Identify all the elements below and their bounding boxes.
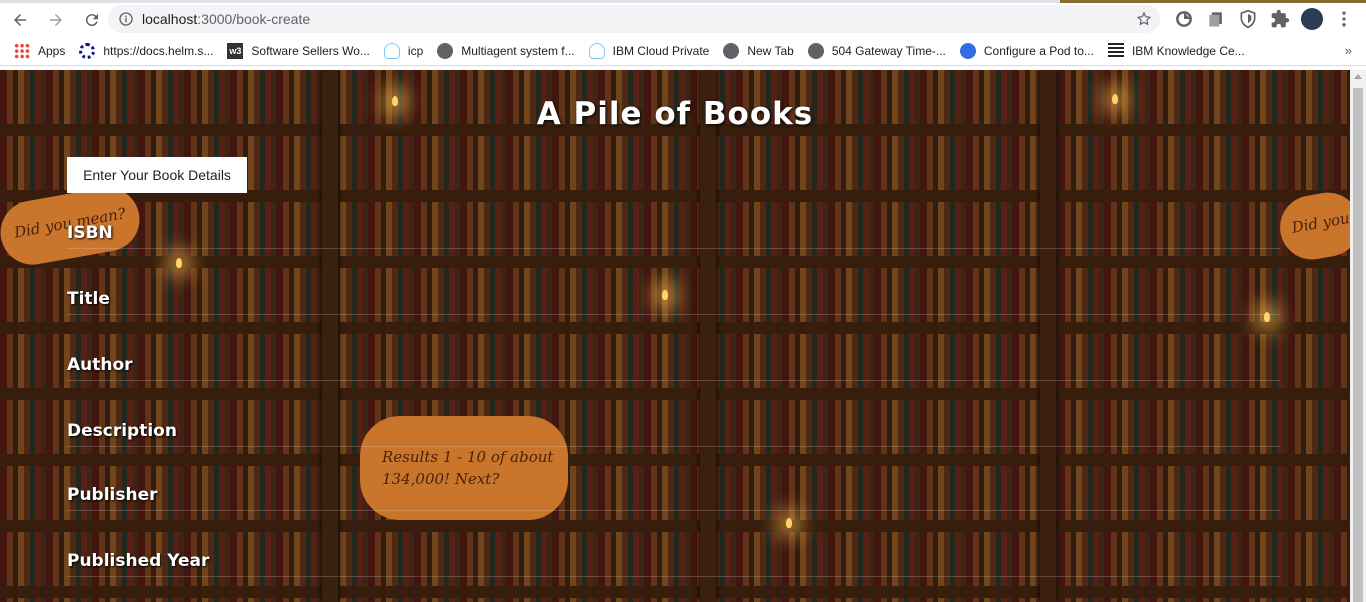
back-button[interactable] [4, 4, 36, 36]
shelf-post [700, 70, 716, 602]
scrollbar-thumb[interactable] [1353, 88, 1363, 602]
bookmark-icp[interactable]: icp [383, 42, 423, 59]
field-input-publisher[interactable] [67, 510, 1280, 511]
menu-kebab-icon[interactable] [1334, 9, 1354, 29]
bookmark-504-gateway[interactable]: 504 Gateway Time-... [807, 42, 946, 59]
kubernetes-icon [959, 42, 976, 59]
address-bar[interactable]: localhost:3000/book-create [108, 5, 1160, 33]
field-label-published-year: Published Year [67, 551, 210, 571]
back-arrow-icon [14, 13, 26, 26]
vertical-scrollbar[interactable] [1350, 70, 1366, 602]
field-input-published-year[interactable] [67, 576, 1280, 577]
ibm-icon [1107, 42, 1124, 59]
apps-grid-icon [14, 42, 30, 59]
bookmark-ibm-cloud-private[interactable]: IBM Cloud Private [588, 42, 709, 59]
enter-book-details-button[interactable]: Enter Your Book Details [67, 157, 247, 193]
field-label-description: Description [67, 421, 177, 441]
bookmark-multiagent[interactable]: Multiagent system f... [437, 42, 575, 59]
url-text: localhost:3000/book-create [142, 11, 311, 27]
bookmark-configure-pod[interactable]: Configure a Pod to... [959, 42, 1094, 59]
field-label-title: Title [67, 289, 110, 309]
bookmark-software-sellers[interactable]: w3 Software Sellers Wo... [227, 42, 370, 59]
candle-light [662, 290, 668, 300]
field-input-author[interactable] [67, 380, 1280, 381]
candle-light [176, 258, 182, 268]
field-label-author: Author [67, 355, 133, 375]
bookmark-new-tab[interactable]: New Tab [723, 42, 794, 59]
helm-icon [79, 42, 96, 59]
shield-extension-icon[interactable] [1238, 9, 1258, 29]
sync-extension-icon[interactable] [1174, 9, 1194, 29]
reload-button[interactable] [76, 4, 108, 36]
profile-avatar[interactable] [1301, 8, 1323, 30]
background-overlay [0, 70, 1350, 602]
scroll-up-arrow-icon[interactable] [1354, 74, 1362, 79]
field-label-publisher: Publisher [67, 485, 158, 505]
shelf-post [1040, 70, 1056, 602]
candle-light [786, 518, 792, 528]
page-title: A Pile of Books [536, 96, 814, 132]
page-content: Did you mean? Results 1 - 10 of about 13… [0, 70, 1350, 602]
extensions-puzzle-icon[interactable] [1270, 9, 1290, 29]
globe-icon [807, 42, 824, 59]
bookmark-ibm-knowledge[interactable]: IBM Knowledge Ce... [1107, 42, 1245, 59]
globe-icon [437, 42, 454, 59]
cloud-icon [383, 42, 400, 59]
field-label-isbn: ISBN [67, 223, 113, 243]
bookmarks-bar: Apps https://docs.helm.s... w3 Software … [0, 36, 1366, 66]
copy-extension-icon[interactable] [1206, 9, 1226, 29]
browser-toolbar: localhost:3000/book-create [0, 3, 1366, 36]
forward-button[interactable] [40, 4, 72, 36]
field-input-isbn[interactable] [67, 248, 1280, 249]
background-sign-center: Results 1 - 10 of about 134,000! Next? [360, 416, 568, 520]
reload-icon [85, 13, 98, 26]
globe-icon [723, 42, 740, 59]
forward-arrow-icon [50, 13, 62, 26]
bookmark-star-icon[interactable] [1136, 11, 1152, 27]
bookmark-apps[interactable]: Apps [14, 42, 65, 59]
cloud-icon [588, 42, 605, 59]
w3-icon: w3 [227, 42, 244, 59]
info-icon [119, 12, 133, 26]
shelf-post [322, 70, 338, 602]
field-input-title[interactable] [67, 314, 1280, 315]
bookmark-helm[interactable]: https://docs.helm.s... [79, 42, 213, 59]
field-input-description[interactable] [67, 446, 1280, 447]
bookmarks-overflow-button[interactable]: » [1345, 43, 1352, 58]
